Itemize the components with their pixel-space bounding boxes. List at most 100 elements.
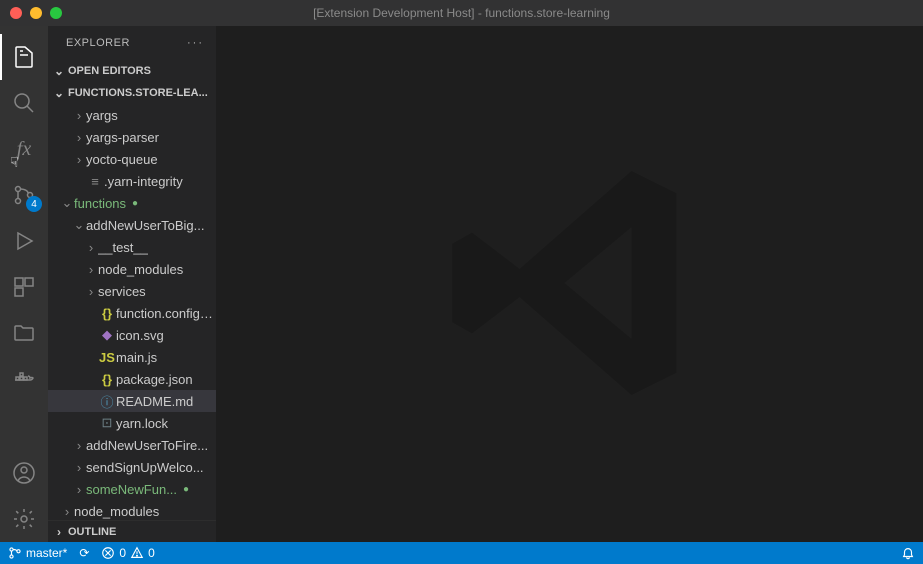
tree-item-label: node_modules [98, 262, 183, 277]
tree-item-label: someNewFun... [86, 482, 177, 497]
tree-item[interactable]: ≡.yarn-integrity [48, 170, 216, 192]
title-bar: [Extension Development Host] - functions… [0, 0, 923, 26]
sync-icon: ⟳ [79, 546, 89, 560]
chevron-down-icon: ⌄ [52, 64, 66, 78]
chevron-right-icon: › [52, 525, 66, 539]
chevron-down-icon: ⌄ [52, 86, 66, 100]
traffic-lights [0, 7, 62, 19]
file-type-icon: {} [98, 306, 116, 321]
problems-status[interactable]: 0 0 [101, 546, 154, 560]
tree-item[interactable]: JSmain.js [48, 346, 216, 368]
tree-item-label: package.json [116, 372, 193, 387]
sidebar: EXPLORER ··· ⌄ OPEN EDITORS ⌄ FUNCTIONS.… [48, 26, 216, 542]
tree-item[interactable]: ›yocto-queue [48, 148, 216, 170]
tree-item-label: addNewUserToBig... [86, 218, 205, 233]
chevron-right-icon: › [84, 240, 98, 255]
run-debug-icon[interactable] [0, 218, 48, 264]
tree-item-label: yocto-queue [86, 152, 158, 167]
tree-item[interactable]: ⌄addNewUserToBig... [48, 214, 216, 236]
file-type-icon: JS [98, 350, 116, 365]
source-control-badge: 4 [26, 196, 42, 212]
tree-item[interactable]: ◆icon.svg [48, 324, 216, 346]
notifications-icon[interactable] [901, 546, 915, 560]
outline-section[interactable]: › OUTLINE [48, 520, 216, 542]
tree-item[interactable]: ›addNewUserToFire... [48, 434, 216, 456]
close-window-button[interactable] [10, 7, 22, 19]
outline-label: OUTLINE [68, 526, 116, 538]
warning-count: 0 [148, 546, 155, 560]
chevron-right-icon: › [72, 438, 86, 453]
tree-item[interactable]: ›node_modules [48, 500, 216, 520]
chevron-right-icon: › [72, 482, 86, 497]
tree-item-label: addNewUserToFire... [86, 438, 208, 453]
error-count: 0 [119, 546, 126, 560]
fx-icon[interactable]: fx ☟ [0, 126, 48, 172]
tree-item[interactable]: ›yargs-parser [48, 126, 216, 148]
chevron-right-icon: › [60, 504, 74, 519]
tree-item-label: node_modules [74, 504, 159, 519]
tree-item-label: main.js [116, 350, 157, 365]
chevron-right-icon: › [84, 262, 98, 277]
modified-dot-icon: ● [183, 484, 189, 495]
source-control-icon[interactable]: 4 [0, 172, 48, 218]
chevron-right-icon: › [72, 460, 86, 475]
docker-icon[interactable] [0, 356, 48, 402]
file-tree[interactable]: ›yargs›yargs-parser›yocto-queue≡.yarn-in… [48, 104, 216, 520]
tree-item[interactable]: {}function.config.js... [48, 302, 216, 324]
open-editors-label: OPEN EDITORS [68, 65, 151, 77]
tree-item-label: yargs [86, 108, 118, 123]
tree-item[interactable]: ⌄functions ● [48, 192, 216, 214]
chevron-right-icon: › [72, 130, 86, 145]
tree-item-label: sendSignUpWelco... [86, 460, 204, 475]
search-icon[interactable] [0, 80, 48, 126]
chevron-right-icon: › [84, 284, 98, 299]
tree-item[interactable]: {}package.json [48, 368, 216, 390]
settings-gear-icon[interactable] [0, 496, 48, 542]
minimize-window-button[interactable] [30, 7, 42, 19]
window-title: [Extension Development Host] - functions… [0, 6, 923, 20]
tree-item[interactable]: ›yargs [48, 104, 216, 126]
account-icon[interactable] [0, 450, 48, 496]
folder-icon[interactable] [0, 310, 48, 356]
tree-item-label: README.md [116, 394, 193, 409]
folder-section[interactable]: ⌄ FUNCTIONS.STORE-LEA... [48, 82, 216, 104]
tree-item[interactable]: ›services [48, 280, 216, 302]
modified-dot-icon: ● [132, 198, 138, 209]
open-editors-section[interactable]: ⌄ OPEN EDITORS [48, 60, 216, 82]
tree-item-label: services [98, 284, 146, 299]
tree-item[interactable]: ›__test__ [48, 236, 216, 258]
file-type-icon: ⊡ [98, 415, 116, 431]
tree-item[interactable]: ›node_modules [48, 258, 216, 280]
explorer-label: EXPLORER [66, 37, 130, 49]
extensions-icon[interactable] [0, 264, 48, 310]
file-type-icon: ⓘ [98, 392, 116, 411]
maximize-window-button[interactable] [50, 7, 62, 19]
chevron-right-icon: › [72, 152, 86, 167]
file-type-icon: ◆ [98, 327, 116, 343]
file-type-icon: ≡ [86, 174, 104, 189]
sidebar-header: EXPLORER ··· [48, 26, 216, 60]
tree-item-label: function.config.js... [116, 306, 216, 321]
chevron-down-icon: ⌄ [60, 195, 74, 211]
tree-item[interactable]: ›someNewFun... ● [48, 478, 216, 500]
chevron-right-icon: › [72, 108, 86, 123]
tree-item-label: functions [74, 196, 126, 211]
sync-status[interactable]: ⟳ [79, 546, 89, 560]
file-type-icon: {} [98, 372, 116, 387]
git-branch-status[interactable]: master* [8, 546, 67, 560]
activity-bar: fx ☟ 4 [0, 26, 48, 542]
chevron-down-icon: ⌄ [72, 217, 86, 233]
tree-item[interactable]: ⓘREADME.md [48, 390, 216, 412]
branch-name: master* [26, 546, 67, 560]
explorer-more-icon[interactable]: ··· [187, 37, 204, 49]
tree-item-label: yarn.lock [116, 416, 168, 431]
status-bar: master* ⟳ 0 0 [0, 542, 923, 564]
editor-area [216, 26, 923, 542]
tree-item[interactable]: ›sendSignUpWelco... [48, 456, 216, 478]
tree-item-label: .yarn-integrity [104, 174, 183, 189]
tree-item-label: __test__ [98, 240, 148, 255]
vscode-watermark-icon [430, 143, 710, 426]
explorer-icon[interactable] [0, 34, 48, 80]
tree-item[interactable]: ⊡yarn.lock [48, 412, 216, 434]
tree-item-label: icon.svg [116, 328, 164, 343]
